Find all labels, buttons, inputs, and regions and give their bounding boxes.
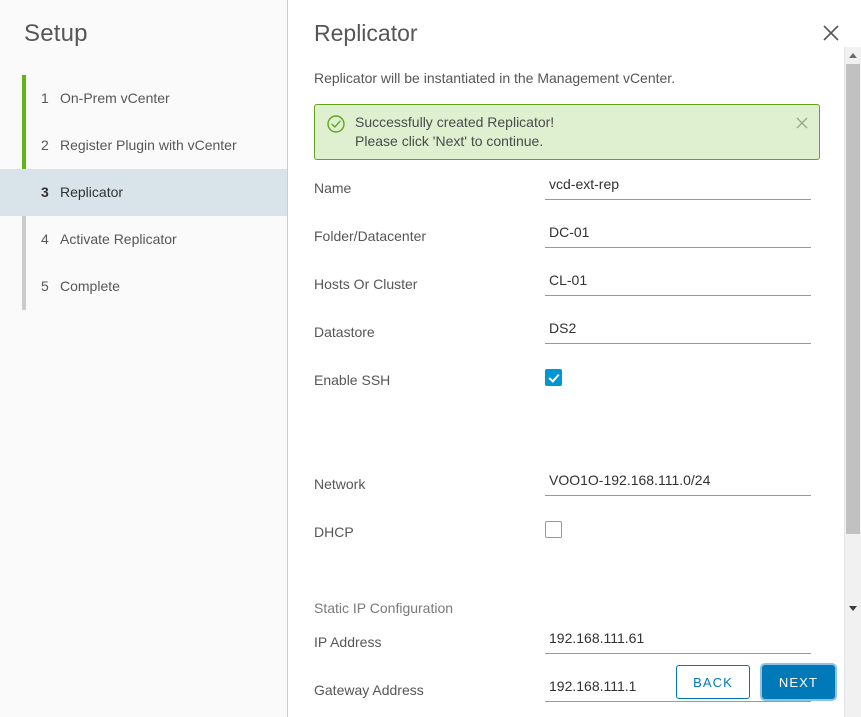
datastore-input[interactable] — [545, 320, 811, 344]
dhcp-checkbox[interactable] — [545, 521, 562, 538]
network-label: Network — [314, 472, 545, 493]
content-subtitle: Replicator will be instantiated in the M… — [288, 48, 861, 86]
next-button[interactable]: NEXT — [762, 665, 835, 699]
ip-address-input[interactable] — [545, 630, 811, 654]
step-number: 3 — [41, 184, 60, 200]
folder-datacenter-control — [545, 224, 811, 248]
setup-wizard: Setup 1 On-Prem vCenter 2 Register Plugi… — [0, 0, 861, 717]
static-ip-configuration-label: Static IP Configuration — [314, 598, 835, 630]
enable-ssh-control — [545, 368, 811, 391]
caret-up-icon[interactable] — [845, 47, 861, 64]
scrollbar-thumb[interactable] — [846, 64, 860, 534]
alert-close-icon[interactable] — [795, 116, 809, 130]
hosts-or-cluster-input[interactable] — [545, 272, 811, 296]
enable-ssh-checkbox[interactable] — [545, 369, 562, 386]
hosts-or-cluster-label: Hosts Or Cluster — [314, 272, 545, 293]
alert-secondary-text: Please click 'Next' to continue. — [355, 132, 795, 151]
sidebar-item-activate-replicator[interactable]: 4 Activate Replicator — [0, 216, 287, 263]
step-number: 4 — [41, 231, 60, 247]
ip-address-label: IP Address — [314, 630, 545, 651]
form-spacer-2 — [314, 568, 835, 598]
form-row-enable-ssh: Enable SSH — [314, 368, 835, 416]
wizard-footer: BACK NEXT — [676, 665, 835, 699]
wizard-nav-pane: Setup 1 On-Prem vCenter 2 Register Plugi… — [0, 0, 288, 717]
name-label: Name — [314, 176, 545, 197]
sidebar-item-on-prem-vcenter[interactable]: 1 On-Prem vCenter — [0, 75, 287, 122]
step-label: Replicator — [60, 184, 123, 200]
form-row-datastore: Datastore — [314, 320, 835, 368]
ip-address-control — [545, 630, 811, 654]
form-row-name: Name — [314, 176, 835, 224]
caret-down-icon[interactable] — [845, 600, 861, 617]
success-check-circle-icon — [327, 115, 345, 133]
alert-primary-text: Successfully created Replicator! — [355, 113, 795, 132]
step-label: Register Plugin with vCenter — [60, 137, 237, 153]
form-row-folder-datacenter: Folder/Datacenter — [314, 224, 835, 272]
wizard-step-list: 1 On-Prem vCenter 2 Register Plugin with… — [0, 75, 287, 310]
folder-datacenter-label: Folder/Datacenter — [314, 224, 545, 245]
network-control — [545, 472, 811, 496]
gateway-address-label: Gateway Address — [314, 678, 545, 699]
step-label: Activate Replicator — [60, 231, 177, 247]
form-row-dhcp: DHCP — [314, 520, 835, 568]
name-input[interactable] — [545, 176, 811, 200]
sidebar-item-replicator[interactable]: 3 Replicator — [0, 169, 287, 216]
close-icon[interactable] — [820, 22, 842, 44]
vertical-scrollbar[interactable] — [844, 47, 861, 717]
alert-text-block: Successfully created Replicator! Please … — [355, 113, 795, 151]
name-control — [545, 176, 811, 200]
hosts-or-cluster-control — [545, 272, 811, 296]
step-number: 5 — [41, 278, 60, 294]
datastore-label: Datastore — [314, 320, 545, 341]
back-button[interactable]: BACK — [676, 665, 750, 699]
form-row-hosts-or-cluster: Hosts Or Cluster — [314, 272, 835, 320]
folder-datacenter-input[interactable] — [545, 224, 811, 248]
step-label: On-Prem vCenter — [60, 90, 170, 106]
step-label: Complete — [60, 278, 120, 294]
wizard-content-pane: Replicator Replicator will be instantiat… — [288, 0, 861, 717]
sidebar-item-complete[interactable]: 5 Complete — [0, 263, 287, 310]
dhcp-label: DHCP — [314, 520, 545, 541]
form-spacer — [314, 416, 835, 472]
step-number: 2 — [41, 137, 60, 153]
page-title: Setup — [0, 0, 287, 49]
success-alert: Successfully created Replicator! Please … — [314, 104, 820, 160]
enable-ssh-label: Enable SSH — [314, 368, 545, 389]
step-number: 1 — [41, 90, 60, 106]
dhcp-control — [545, 520, 811, 543]
datastore-control — [545, 320, 811, 344]
content-title: Replicator — [288, 0, 861, 48]
replicator-form: Name Folder/Datacenter Hosts Or Cluster … — [314, 176, 835, 717]
sidebar-item-register-plugin[interactable]: 2 Register Plugin with vCenter — [0, 122, 287, 169]
network-input[interactable] — [545, 472, 811, 496]
form-row-network: Network — [314, 472, 835, 520]
